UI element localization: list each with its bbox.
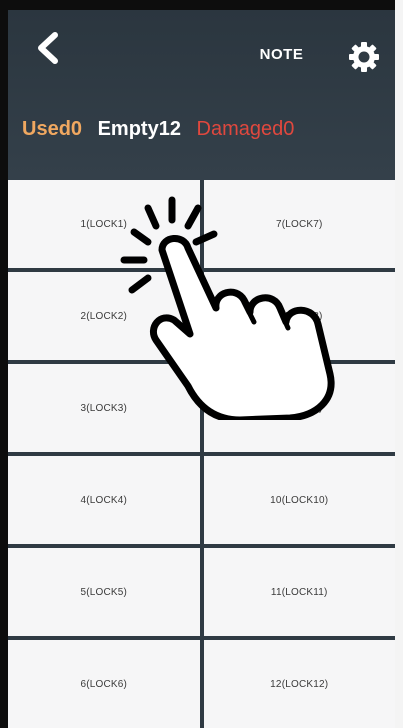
lock-cell-12[interactable]: 12(LOCK12): [203, 640, 395, 728]
right-bezel: [395, 0, 403, 728]
damaged-count: Damaged0: [196, 118, 295, 140]
lock-cell-8[interactable]: 8(LOCK8): [203, 272, 395, 360]
page-title: NOTE: [259, 46, 304, 63]
settings-button[interactable]: [347, 40, 381, 74]
status-summary: Used0 Empty12 Damaged0: [22, 118, 304, 141]
lock-cell-4[interactable]: 4(LOCK4): [8, 456, 200, 544]
lock-cell-10[interactable]: 10(LOCK10): [203, 456, 395, 544]
lock-cell-2[interactable]: 2(LOCK2): [8, 272, 200, 360]
lock-cell-11[interactable]: 11(LOCK11): [203, 548, 395, 636]
used-count: Used0: [22, 118, 83, 140]
lock-cell-7[interactable]: 7(LOCK7): [203, 180, 395, 268]
lock-cell-9[interactable]: 9(LOCK9): [203, 364, 395, 452]
gear-icon: [349, 42, 379, 72]
device-frame: NOTE Used0 Empty12 Damaged0 1(LOCK1) 7(L…: [0, 0, 403, 728]
lock-cell-6[interactable]: 6(LOCK6): [8, 640, 200, 728]
lock-cell-1[interactable]: 1(LOCK1): [8, 180, 200, 268]
app-screen: NOTE Used0 Empty12 Damaged0 1(LOCK1) 7(L…: [8, 10, 395, 728]
empty-count: Empty12: [97, 118, 181, 140]
lock-grid: 1(LOCK1) 7(LOCK7) 2(LOCK2) 8(LOCK8) 3(LO…: [8, 180, 395, 728]
lock-cell-3[interactable]: 3(LOCK3): [8, 364, 200, 452]
lock-cell-5[interactable]: 5(LOCK5): [8, 548, 200, 636]
header: NOTE Used0 Empty12 Damaged0: [8, 10, 395, 180]
